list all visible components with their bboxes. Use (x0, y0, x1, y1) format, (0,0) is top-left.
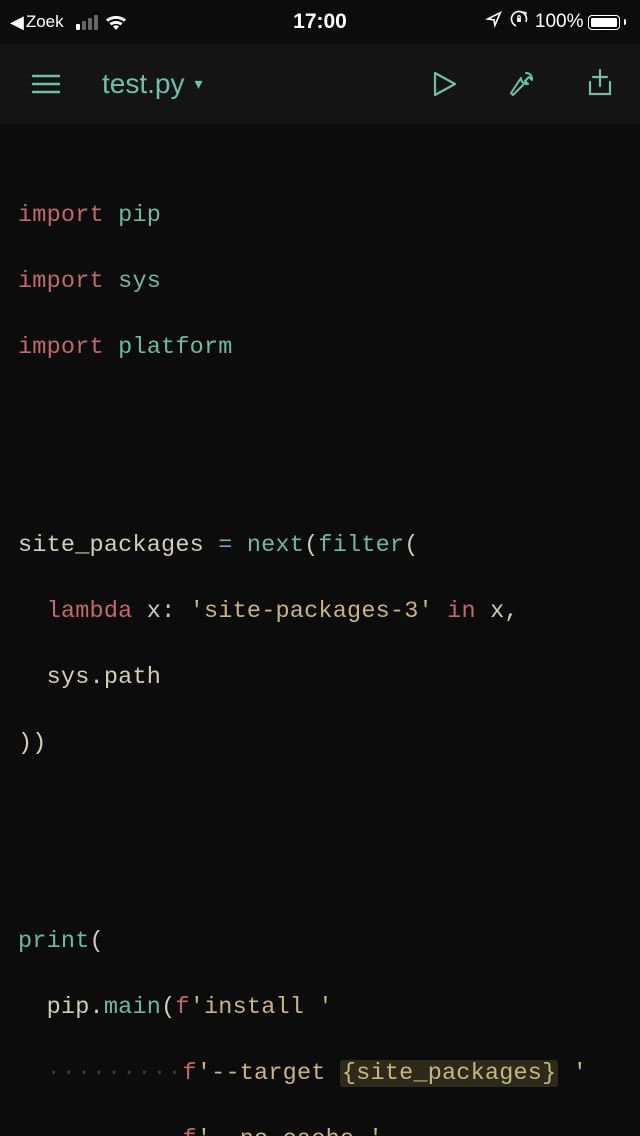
code-line: print( (18, 925, 622, 958)
code-line: ·········f'--target {site_packages} ' (18, 1057, 622, 1090)
return-app-label: Zoek (26, 12, 64, 32)
code-line (18, 463, 622, 496)
code-line: pip.main(f'install ' (18, 991, 622, 1024)
code-line: lambda x: 'site-packages-3' in x, (18, 595, 622, 628)
status-left: ◀ Zoek (10, 12, 128, 33)
code-line (18, 859, 622, 892)
code-line: site_packages = next(filter( (18, 529, 622, 562)
code-line (18, 397, 622, 430)
code-line: )) (18, 727, 622, 760)
battery-icon (588, 15, 620, 30)
orientation-lock-icon (509, 9, 529, 35)
clock: 17:00 (293, 10, 347, 34)
share-button[interactable] (582, 66, 618, 102)
location-icon (485, 10, 503, 34)
code-line: import sys (18, 265, 622, 298)
status-bar: ◀ Zoek 17:00 100% (0, 0, 640, 44)
code-line: import platform (18, 331, 622, 364)
code-line: ·········f'--no-cache ' (18, 1123, 622, 1136)
filename-dropdown[interactable]: test.py ▾ (102, 68, 203, 100)
chevron-left-icon: ◀ (10, 12, 24, 33)
code-line: import pip (18, 199, 622, 232)
wifi-icon (104, 13, 128, 31)
menu-button[interactable] (26, 64, 66, 104)
battery-percentage: 100% (535, 11, 584, 33)
code-line: sys.path (18, 661, 622, 694)
chevron-down-icon: ▾ (194, 74, 202, 94)
status-right: 100% (485, 9, 626, 35)
run-button[interactable] (426, 66, 462, 102)
app-header: test.py ▾ (0, 44, 640, 124)
code-line (18, 793, 622, 826)
cellular-signal-icon (76, 15, 98, 30)
filename-label: test.py (102, 68, 184, 100)
battery-status: 100% (535, 11, 626, 33)
tools-button[interactable] (504, 66, 540, 102)
header-actions (426, 66, 618, 102)
return-to-app[interactable]: ◀ Zoek (10, 12, 64, 33)
code-editor[interactable]: import pip import sys import platform si… (0, 124, 640, 1136)
